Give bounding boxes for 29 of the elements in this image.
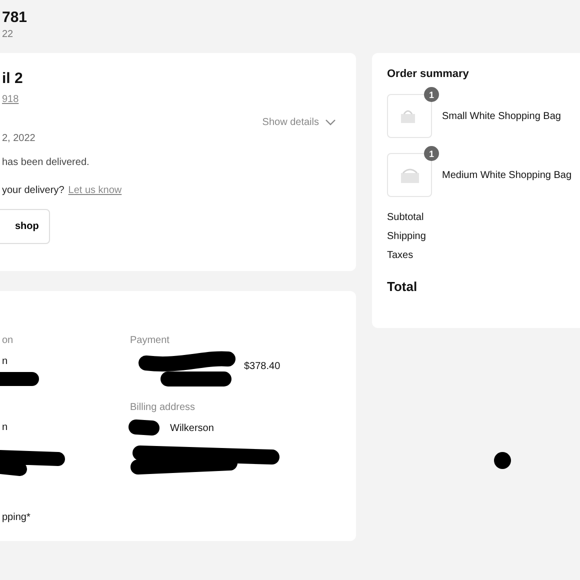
item-name: Medium White Shopping Bag [442, 170, 572, 180]
billing-name: Wilkerson [170, 423, 214, 434]
item-name: Small White Shopping Bag [442, 110, 561, 122]
field-value: n [2, 356, 9, 367]
delivery-status: has been delivered. [2, 157, 90, 168]
dot-mark [494, 452, 511, 469]
payment-amount: $378.40 [244, 361, 280, 372]
order-number: 781 [2, 9, 28, 26]
quantity-badge: 1 [424, 87, 439, 102]
summary-label: Taxes [387, 250, 414, 263]
summary-label: Subtotal [387, 212, 425, 225]
total-label: Total [387, 279, 418, 294]
let-us-know-link[interactable]: Let us know [68, 185, 122, 196]
delivery-date: 2, 2022 [2, 133, 36, 144]
quantity-badge: 1 [424, 146, 439, 161]
show-details-button[interactable]: Show details [262, 117, 340, 128]
summary-label: Shipping [387, 231, 427, 244]
order-summary-title: Order summary [387, 68, 470, 80]
shop-button[interactable]: shop [0, 209, 50, 244]
field-value: n [2, 422, 9, 433]
delivery-question: your delivery? [2, 185, 64, 196]
order-date: 22 [2, 29, 14, 40]
billing-label: Billing address [130, 402, 196, 413]
tracking-link[interactable]: 918 [2, 94, 19, 105]
chevron-icon [325, 119, 336, 126]
field-label: on [2, 335, 14, 346]
shipping-note: pping* [2, 512, 32, 523]
fulfillment-title: il 2 [2, 70, 24, 87]
payment-label: Payment [130, 335, 170, 346]
